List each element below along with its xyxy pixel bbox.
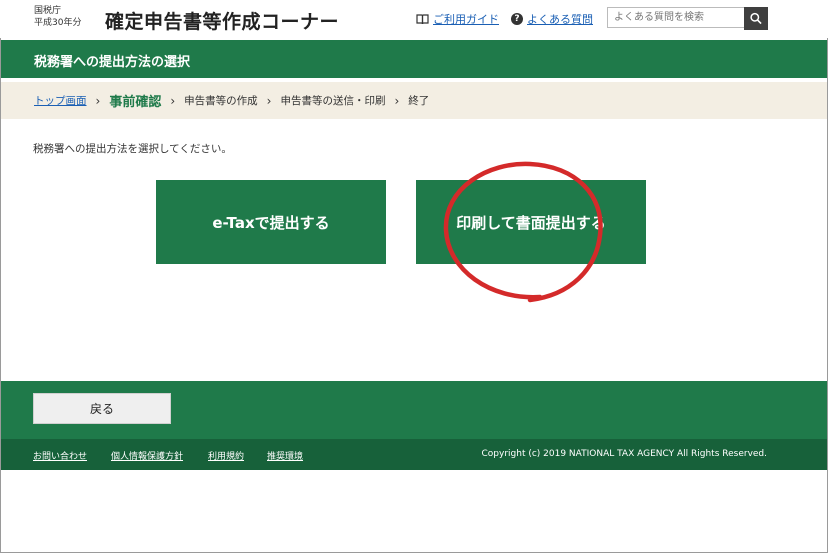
book-icon: [416, 13, 429, 24]
breadcrumb-step: 申告書等の送信・印刷: [280, 95, 386, 107]
instruction-text: 税務署への提出方法を選択してください。: [33, 143, 232, 155]
app-title: 確定申告書等作成コーナー: [105, 11, 340, 33]
breadcrumb-step: 終了: [408, 95, 430, 107]
guide-link[interactable]: ご利用ガイド: [433, 11, 499, 27]
breadcrumb-top-link[interactable]: トップ画面: [34, 93, 87, 108]
print-submit-button[interactable]: 印刷して書面提出する: [416, 180, 646, 264]
chevron-right-icon: ›: [394, 93, 400, 108]
search-button[interactable]: [744, 7, 768, 30]
faq-link[interactable]: よくある質問: [527, 11, 593, 27]
footer: お問い合わせ 個人情報保護方針 利用規約 推奨環境 Copyright (c) …: [1, 439, 827, 470]
footer-link-terms[interactable]: 利用規約: [208, 449, 244, 462]
footer-link-privacy[interactable]: 個人情報保護方針: [111, 449, 183, 462]
guide-link-group[interactable]: ご利用ガイド: [416, 11, 499, 27]
page-title-bar: 税務署への提出方法の選択: [1, 40, 827, 78]
tax-year: 平成30年分: [34, 18, 82, 28]
search-input[interactable]: [607, 7, 744, 28]
etax-submit-button[interactable]: e-Taxで提出する: [156, 180, 386, 264]
back-button[interactable]: 戻る: [33, 393, 171, 424]
search-icon: [750, 12, 762, 25]
copyright-text: Copyright (c) 2019 NATIONAL TAX AGENCY A…: [481, 449, 768, 459]
page-title: 税務署への提出方法の選択: [34, 55, 191, 70]
agency-name: 国税庁: [34, 6, 62, 16]
header: 国税庁 平成30年分 確定申告書等作成コーナー ご利用ガイド ? よくある質問: [0, 0, 828, 38]
chevron-right-icon: ›: [170, 93, 176, 108]
footer-link-contact[interactable]: お問い合わせ: [33, 449, 87, 462]
chevron-right-icon: ›: [266, 93, 272, 108]
question-icon: ?: [511, 13, 523, 25]
chevron-right-icon: ›: [95, 93, 101, 108]
footer-link-environment[interactable]: 推奨環境: [267, 449, 303, 462]
breadcrumb-step: 申告書等の作成: [184, 95, 258, 107]
breadcrumb-current-step: 事前確認: [109, 95, 162, 110]
agency-info: 国税庁 平成30年分: [34, 5, 81, 29]
breadcrumb: トップ画面 › 事前確認 › 申告書等の作成 › 申告書等の送信・印刷 › 終了: [1, 82, 827, 119]
faq-link-group[interactable]: ? よくある質問: [511, 11, 593, 27]
